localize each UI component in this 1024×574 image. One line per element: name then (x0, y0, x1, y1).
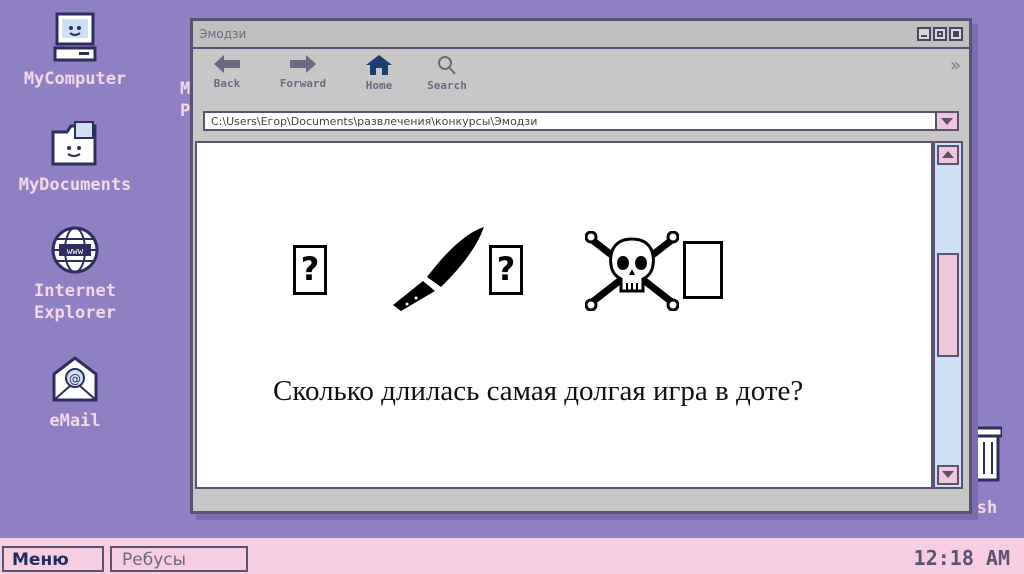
close-icon (953, 31, 959, 37)
taskbar-window-button[interactable]: Ребусы (110, 546, 248, 572)
scroll-thumb[interactable] (937, 253, 959, 357)
chevron-down-icon (941, 118, 953, 125)
maximize-button[interactable] (933, 27, 947, 41)
rebus-question: Сколько длилась самая долгая игра в доте… (273, 375, 804, 407)
address-bar[interactable]: C:\Users\Егор\Documents\развлечения\конк… (203, 111, 959, 131)
vertical-scrollbar[interactable] (933, 141, 963, 489)
maximize-icon (937, 31, 943, 37)
chevron-down-icon (942, 471, 954, 478)
desktop-icon-email[interactable]: @ eMail (0, 352, 150, 432)
taskbar-window-label: Ребусы (122, 550, 187, 570)
svg-text:www: www (67, 247, 84, 257)
home-button[interactable]: Home (349, 55, 409, 92)
scroll-up-button[interactable] (937, 145, 959, 165)
search-label: Search (427, 79, 467, 92)
svg-text:@: @ (69, 372, 81, 386)
window-titlebar[interactable]: Эмодзи (193, 21, 969, 49)
chevron-up-icon (942, 151, 954, 158)
start-menu-label: Меню (12, 550, 69, 570)
close-button[interactable] (949, 27, 963, 41)
knife-icon (393, 227, 484, 311)
minimize-icon (921, 35, 927, 37)
content-pane: ? ? Сколько длилась самая долгая игра в … (195, 141, 933, 489)
back-button[interactable]: Back (197, 55, 257, 90)
desktop-icon-label: MyComputer (23, 69, 127, 89)
scroll-down-button[interactable] (937, 465, 959, 485)
address-path: C:\Users\Егор\Documents\развлечения\конк… (211, 115, 538, 128)
missing-emoji-glyph: ? (489, 245, 523, 295)
skull-crossbones-icon (585, 231, 679, 311)
computer-icon (53, 12, 97, 62)
minimize-button[interactable] (917, 27, 931, 41)
window-controls (917, 27, 963, 41)
desktop-icon-internet-explorer[interactable]: www Internet Explorer (0, 224, 150, 324)
missing-emoji-glyph: ? (293, 245, 327, 295)
desktop-icon-mycomputer[interactable]: MyComputer (0, 12, 150, 90)
forward-button[interactable]: Forward (273, 55, 333, 90)
back-arrow-icon (214, 55, 240, 73)
explorer-window: Эмодзи Back Forward Home Search » C:\Use… (190, 18, 972, 514)
home-icon (366, 55, 392, 75)
partially-hidden-icon-label: M P (180, 79, 191, 121)
taskbar: Меню Ребусы 12:18 AM (0, 538, 1024, 574)
forward-label: Forward (279, 77, 327, 90)
search-button[interactable]: Search (417, 55, 477, 92)
forward-arrow-icon (290, 55, 316, 73)
toolbar: Back Forward Home Search » (193, 49, 969, 99)
search-icon (438, 56, 456, 75)
address-dropdown-button[interactable] (935, 113, 957, 129)
desktop-icon-label: MyDocuments (18, 175, 132, 195)
mail-icon: @ (52, 356, 98, 402)
desktop-icon-label: eMail (49, 411, 101, 431)
window-title: Эмодзи (199, 27, 247, 41)
back-label: Back (213, 77, 241, 90)
missing-emoji-glyph-blank (683, 241, 723, 299)
emoji-rebus: ? ? (293, 223, 853, 323)
globe-icon: www (51, 226, 99, 274)
toolbar-overflow-icon[interactable]: » (950, 55, 961, 76)
folder-icon (51, 121, 97, 166)
home-label: Home (365, 79, 393, 92)
desktop-icon-label: Internet Explorer (34, 281, 116, 323)
start-menu-button[interactable]: Меню (2, 546, 104, 572)
desktop-icon-mydocuments[interactable]: MyDocuments (0, 118, 150, 196)
clock: 12:18 AM (913, 546, 1010, 570)
